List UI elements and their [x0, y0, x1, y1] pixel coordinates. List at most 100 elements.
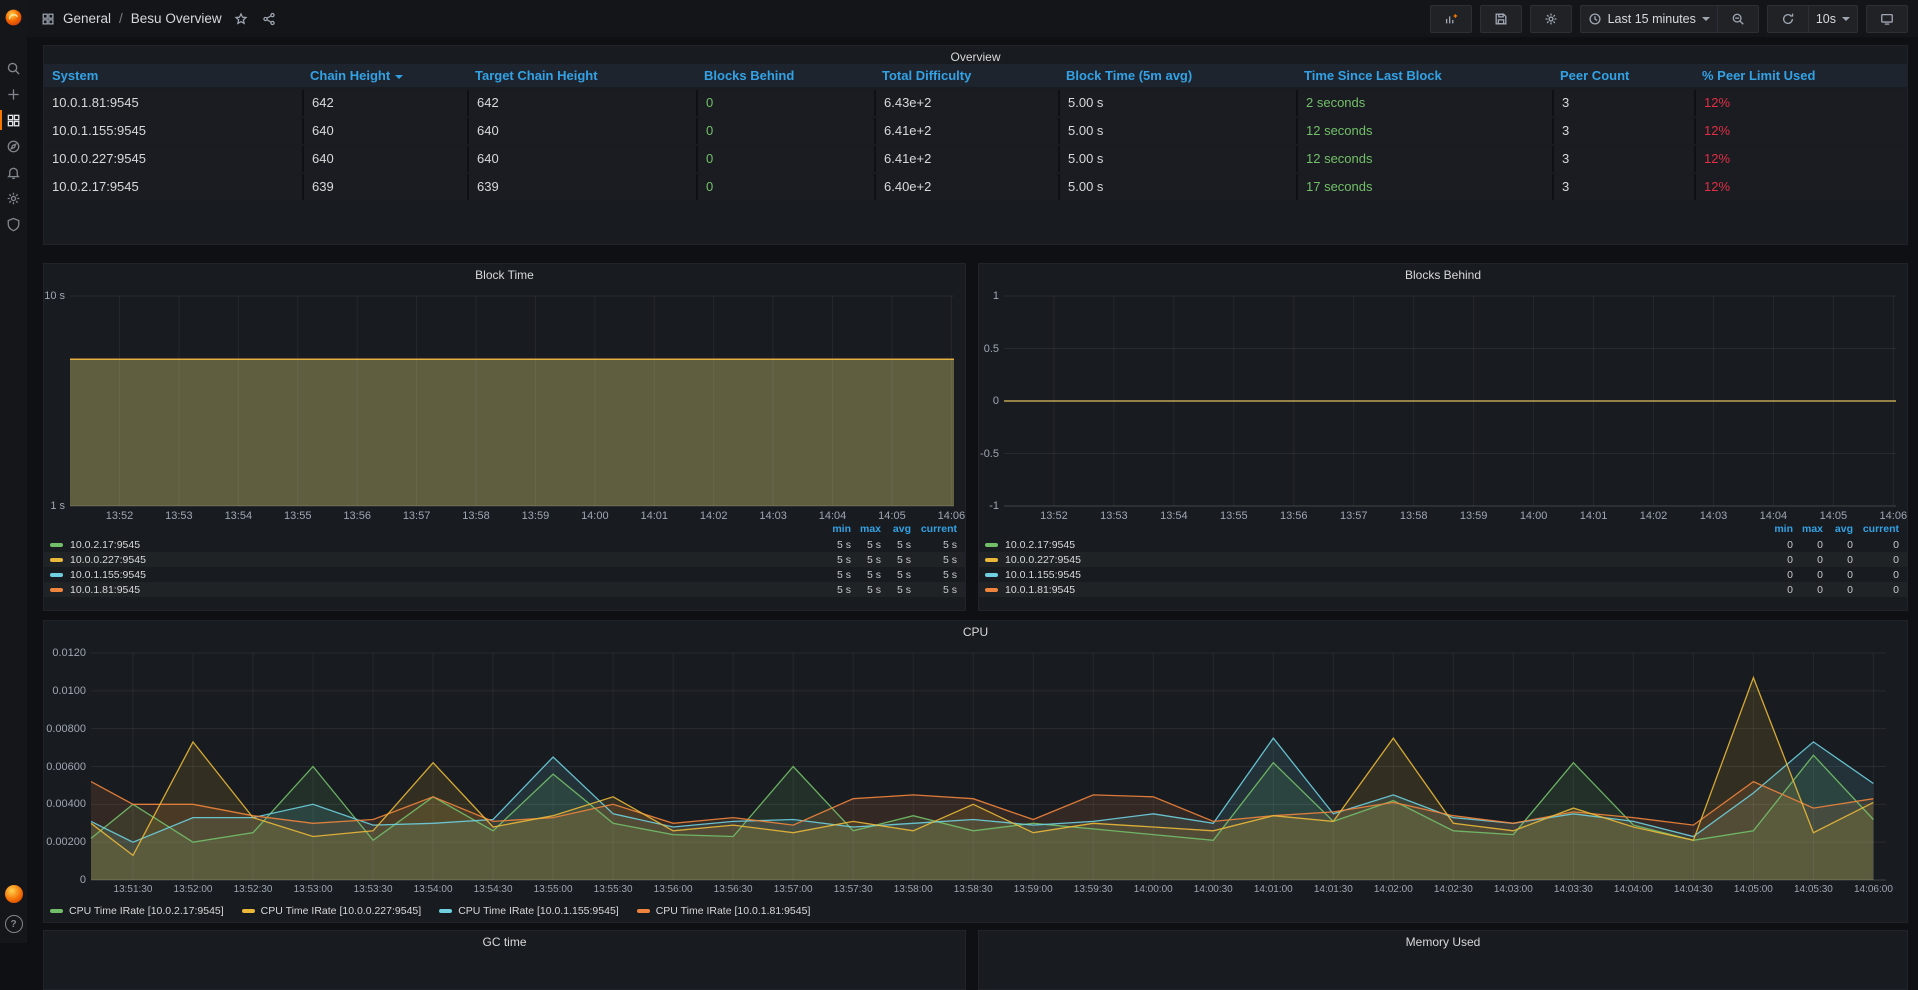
y-axis-tick-label: 0.0100 — [44, 685, 86, 697]
column-header-chain-height[interactable]: Chain Height — [302, 64, 467, 87]
time-controls: Last 15 minutes — [1580, 5, 1759, 33]
legend-series-toggle[interactable]: 10.0.1.155:9545 — [985, 569, 1759, 581]
table-cell-block_time: 5.00 s — [1058, 118, 1296, 144]
refresh-button[interactable] — [1767, 5, 1809, 33]
sidebar-item-server-admin[interactable] — [0, 211, 27, 237]
alerting-icon — [6, 165, 21, 180]
table-cell-blocks_behind: 0 — [696, 118, 874, 144]
legend-stat-header-current[interactable]: current — [911, 523, 957, 537]
column-header-target-chain-height[interactable]: Target Chain Height — [467, 64, 696, 87]
series-color-dash-icon — [637, 909, 650, 913]
legend-series-toggle[interactable]: 10.0.2.17:9545 — [985, 539, 1759, 551]
legend-stat-value: 5 s — [881, 569, 911, 581]
legend-stat-value: 5 s — [817, 584, 851, 596]
legend-stat-value: 0 — [1853, 569, 1899, 581]
legend-series-toggle[interactable]: 10.0.1.155:9545 — [50, 569, 817, 581]
legend-row: 10.0.1.155:95450000 — [979, 567, 1907, 582]
x-axis-tick-label: 13:55:30 — [594, 884, 633, 895]
sidebar-item-configuration[interactable] — [0, 185, 27, 211]
x-axis-tick-label: 14:00:00 — [1134, 884, 1173, 895]
legend-stat-header-min[interactable]: min — [817, 523, 851, 537]
column-header--peer-limit-used[interactable]: % Peer Limit Used — [1694, 64, 1907, 87]
legend-series-toggle[interactable]: CPU Time IRate [10.0.2.17:9545] — [50, 905, 224, 917]
grafana-logo-icon[interactable] — [4, 8, 23, 27]
sidebar-item-create[interactable] — [0, 81, 27, 107]
dashboard-settings-button[interactable] — [1530, 5, 1572, 33]
legend-series-toggle[interactable]: CPU Time IRate [10.0.1.155:9545] — [439, 905, 619, 917]
legend-stat-value: 5 s — [851, 554, 881, 566]
legend-stat-header-avg[interactable]: avg — [1823, 523, 1853, 537]
legend-stat-value: 5 s — [911, 554, 957, 566]
panel-overview: Overview SystemChain HeightTarget Chain … — [43, 45, 1908, 245]
x-axis-tick-label: 13:57 — [403, 510, 431, 522]
legend-series-toggle[interactable]: 10.0.0.227:9545 — [985, 554, 1759, 566]
legend-stat-header-current[interactable]: current — [1853, 523, 1899, 537]
sidebar-item-explore[interactable] — [0, 133, 27, 159]
legend-series-toggle[interactable]: CPU Time IRate [10.0.0.227:9545] — [242, 905, 422, 917]
table-row: 10.0.2.17:954563963906.40e+25.00 s17 sec… — [44, 174, 1907, 200]
legend-series-toggle[interactable]: 10.0.1.81:9545 — [985, 584, 1759, 596]
legend-stat-header-max[interactable]: max — [851, 523, 881, 537]
legend-series-toggle[interactable]: 10.0.2.17:9545 — [50, 539, 817, 551]
sidebar-item-alerting[interactable] — [0, 159, 27, 185]
refresh-interval-picker[interactable]: 10s — [1809, 5, 1858, 33]
panel-memory-used: Memory Used — [978, 930, 1908, 990]
x-axis-tick-label: 14:02:00 — [1374, 884, 1413, 895]
legend-series-name: 10.0.0.227:9545 — [70, 554, 146, 566]
x-axis-tick-label: 13:59:30 — [1074, 884, 1113, 895]
x-axis-tick-label: 14:00 — [581, 510, 609, 522]
legend-series-toggle[interactable]: CPU Time IRate [10.0.1.81:9545] — [637, 905, 811, 917]
legend: minmaxavgcurrent10.0.2.17:9545000010.0.0… — [979, 523, 1907, 597]
x-axis-tick-label: 13:57 — [1340, 510, 1368, 522]
legend-stat-value: 0 — [1759, 569, 1793, 581]
column-header-time-since-last-block[interactable]: Time Since Last Block — [1296, 64, 1552, 87]
share-icon[interactable] — [262, 12, 276, 26]
time-range-picker[interactable]: Last 15 minutes — [1580, 5, 1718, 33]
x-axis-tick-label: 14:04:30 — [1674, 884, 1713, 895]
bb-plot-area[interactable] — [1004, 296, 1896, 506]
legend-stat-header-min[interactable]: min — [1759, 523, 1793, 537]
panel-title-gc-time[interactable]: GC time — [44, 935, 965, 949]
legend-stat-header-avg[interactable]: avg — [881, 523, 911, 537]
panel-title-blocks-behind[interactable]: Blocks Behind — [979, 268, 1907, 282]
column-header-blocks-behind[interactable]: Blocks Behind — [696, 64, 874, 87]
breadcrumb-section[interactable]: General — [63, 11, 111, 26]
x-axis-tick-label: 13:57:30 — [834, 884, 873, 895]
legend-row: 10.0.1.81:95450000 — [979, 582, 1907, 597]
legend-series-toggle[interactable]: 10.0.1.81:9545 — [50, 584, 817, 596]
panel-title-overview[interactable]: Overview — [44, 50, 1907, 64]
panel-title-block-time[interactable]: Block Time — [44, 268, 965, 282]
legend: CPU Time IRate [10.0.2.17:9545] CPU Time … — [50, 905, 810, 917]
legend-stat-header-max[interactable]: max — [1793, 523, 1823, 537]
column-header-peer-count[interactable]: Peer Count — [1552, 64, 1694, 87]
star-icon[interactable] — [234, 12, 248, 26]
table-cell-peer_limit_used: 12% — [1694, 174, 1907, 200]
panel-title-cpu[interactable]: CPU — [44, 625, 1907, 639]
column-header-total-difficulty[interactable]: Total Difficulty — [874, 64, 1058, 87]
legend-series-name: 10.0.1.155:9545 — [70, 569, 146, 581]
save-dashboard-button[interactable] — [1480, 5, 1522, 33]
column-header-block-time-5m-avg-[interactable]: Block Time (5m avg) — [1058, 64, 1296, 87]
x-axis-tick-label: 14:03:30 — [1554, 884, 1593, 895]
series-color-dash-icon — [439, 909, 452, 913]
breadcrumb-title[interactable]: Besu Overview — [131, 11, 222, 26]
panel-title-memory-used[interactable]: Memory Used — [979, 935, 1907, 949]
add-panel-button[interactable] — [1430, 5, 1472, 33]
cycle-view-mode-button[interactable] — [1866, 5, 1908, 33]
cpu-plot-area[interactable] — [91, 653, 1886, 880]
legend-row: 10.0.0.227:95450000 — [979, 552, 1907, 567]
bt-plot-area[interactable] — [70, 296, 954, 506]
zoom-out-button[interactable] — [1718, 5, 1759, 33]
table-cell-peer_limit_used: 12% — [1694, 90, 1907, 116]
sidebar-item-dashboards[interactable] — [0, 107, 27, 133]
avatar-icon[interactable] — [5, 885, 23, 903]
legend-series-toggle[interactable]: 10.0.0.227:9545 — [50, 554, 817, 566]
x-axis-tick-label: 14:05 — [878, 510, 906, 522]
help-icon[interactable]: ? — [5, 915, 23, 933]
column-header-system[interactable]: System — [44, 64, 302, 87]
x-axis-tick-label: 13:51:30 — [114, 884, 153, 895]
x-axis-tick-label: 13:54:00 — [414, 884, 453, 895]
sidebar-item-search[interactable] — [0, 55, 27, 81]
legend-stat-value: 5 s — [817, 539, 851, 551]
table-cell-system: 10.0.1.155:9545 — [44, 118, 302, 144]
